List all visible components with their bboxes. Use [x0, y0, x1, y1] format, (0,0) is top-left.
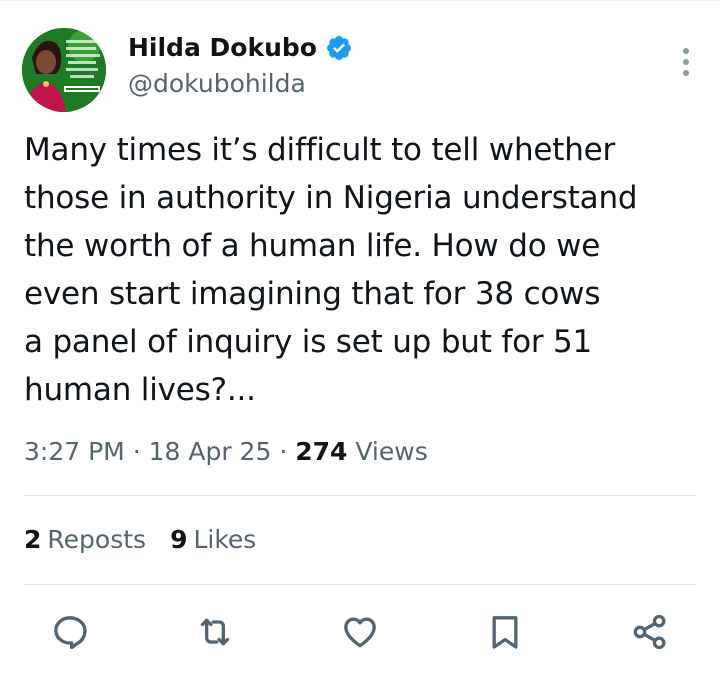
tweet-time[interactable]: 3:27 PM — [24, 437, 125, 466]
divider — [24, 584, 696, 585]
repost-icon — [200, 618, 230, 646]
display-name[interactable]: Hilda Dokubo — [128, 32, 317, 64]
action-bar — [0, 608, 720, 656]
reposts-count: 2 — [24, 525, 42, 554]
likes-count: 9 — [170, 525, 188, 554]
meta-separator: · — [132, 437, 141, 466]
repost-button[interactable] — [191, 608, 239, 656]
more-options-button[interactable] — [678, 46, 694, 78]
verified-badge-icon — [326, 36, 351, 60]
views-label: Views — [355, 437, 428, 466]
reposts-label: Reposts — [47, 525, 147, 554]
bookmark-icon — [492, 616, 518, 649]
tweet-date[interactable]: 18 Apr 25 — [149, 437, 272, 466]
divider — [24, 495, 696, 496]
share-icon — [633, 614, 666, 650]
reposts-stat[interactable]: 2 Reposts — [24, 520, 146, 560]
tweet-meta: 3:27 PM · 18 Apr 25 · 274 Views — [24, 432, 428, 472]
reply-button[interactable] — [46, 608, 94, 656]
avatar-photo — [22, 28, 106, 112]
reply-icon — [54, 616, 87, 650]
more-vertical-icon — [683, 48, 689, 76]
heart-icon — [344, 617, 376, 648]
likes-stat[interactable]: 9 Likes — [170, 520, 256, 560]
views-count: 274 — [295, 437, 348, 466]
like-button[interactable] — [336, 608, 384, 656]
engagement-stats: 2 Reposts 9 Likes — [24, 520, 256, 560]
share-button[interactable] — [626, 608, 674, 656]
meta-separator: · — [279, 437, 288, 466]
tweet-text: Many times it’s difficult to tell whethe… — [24, 132, 638, 408]
author-handle[interactable]: @dokubohilda — [128, 68, 306, 100]
likes-label: Likes — [193, 525, 257, 554]
avatar[interactable] — [22, 28, 106, 112]
top-divider — [0, 0, 720, 1]
bookmark-button[interactable] — [481, 608, 529, 656]
